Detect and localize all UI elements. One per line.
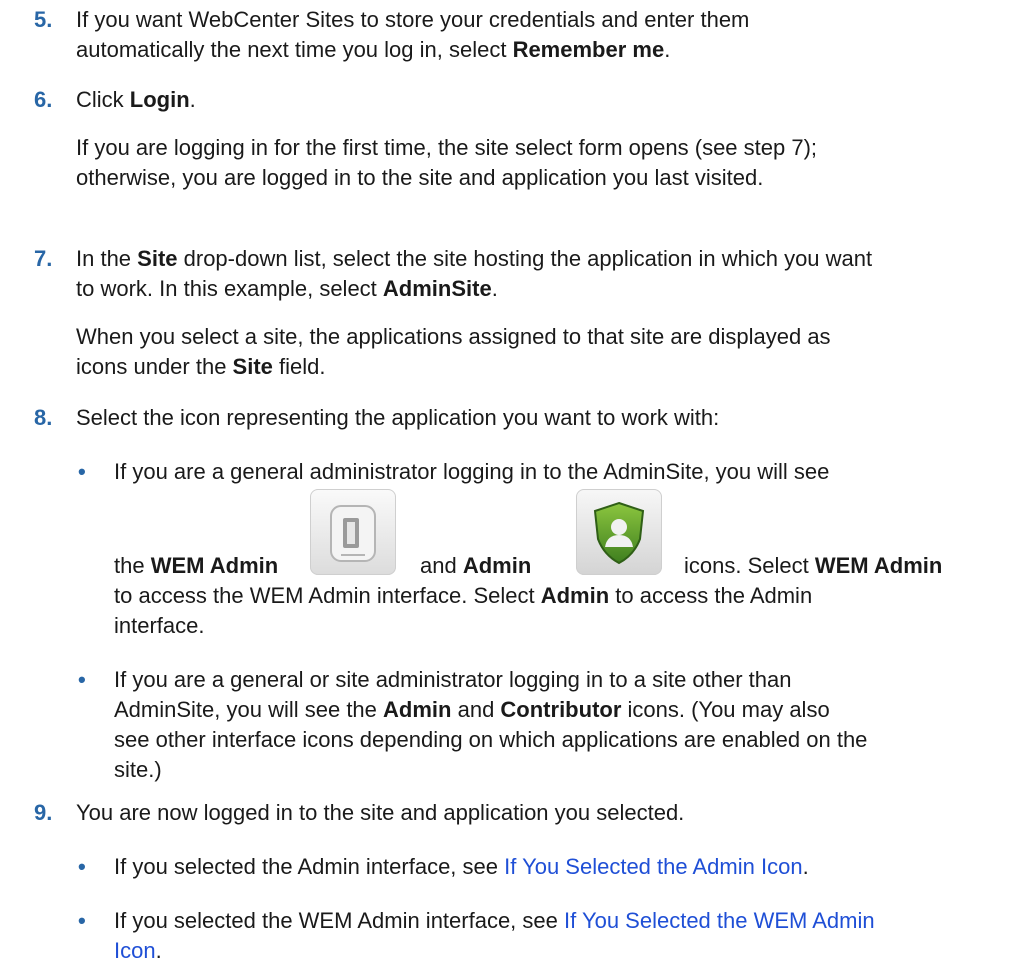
step-number: 7. — [34, 246, 53, 271]
step-number: 9. — [34, 800, 53, 825]
bullet-icon: • — [78, 667, 86, 692]
step-text: You are now logged in to the site and ap… — [76, 800, 685, 825]
bullet-icon: • — [78, 854, 86, 879]
step-number: 8. — [34, 405, 53, 430]
wem-admin-icon[interactable] — [310, 489, 396, 575]
step-text: If you want WebCenter Sites to store you… — [76, 7, 750, 62]
wem-admin-icon-link[interactable]: If You Selected the WEM Admin — [564, 908, 875, 933]
admin-icon-link[interactable]: If You Selected the Admin Icon — [504, 854, 802, 879]
step-note: When you select a site, the applications… — [76, 324, 831, 379]
step-text: Click Login. — [76, 87, 196, 112]
step-text: In the Site drop-down list, select the s… — [76, 246, 873, 301]
bullet-icon: • — [78, 908, 86, 933]
step-number: 5. — [34, 7, 53, 32]
icon-line: the WEM Admin and Admin icons. Select WE… — [114, 487, 1026, 587]
admin-shield-icon[interactable] — [576, 489, 662, 575]
step-text: Select the icon representing the applica… — [76, 405, 720, 430]
step-note: If you are logging in for the first time… — [76, 135, 818, 190]
bullet-icon: • — [78, 459, 86, 484]
step-number: 6. — [34, 87, 53, 112]
